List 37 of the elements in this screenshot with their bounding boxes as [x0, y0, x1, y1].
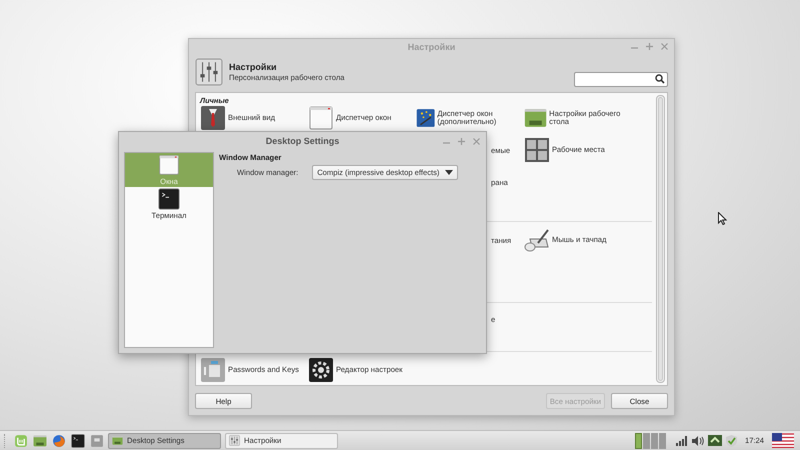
drive-icon: [90, 434, 104, 448]
browser-icon: [52, 434, 66, 448]
terminal-icon: [70, 434, 84, 448]
volume-icon[interactable]: [692, 436, 704, 446]
window-title: Настройки: [408, 42, 456, 52]
workspace-switcher-cell[interactable]: [650, 432, 658, 448]
sliders-icon: [195, 58, 223, 86]
mouse-pen-icon: [524, 227, 550, 253]
close-icon[interactable]: [473, 138, 480, 145]
suit-icon: [200, 105, 226, 131]
workspace-switcher-cell[interactable]: [658, 432, 666, 448]
flag-icon[interactable]: [772, 433, 794, 448]
gear-icon: [308, 357, 334, 383]
monitor-icon[interactable]: [708, 435, 722, 446]
maximize-icon[interactable]: [646, 43, 653, 50]
signal-icon[interactable]: [676, 436, 688, 446]
scrollbar[interactable]: [656, 95, 665, 383]
header-title: Настройки: [229, 62, 278, 72]
leaf-logo-icon: [14, 434, 28, 448]
maximize-icon[interactable]: [458, 138, 465, 145]
grid-icon: [524, 137, 550, 163]
search-icon: [655, 74, 665, 84]
terminal-icon: [158, 188, 180, 210]
close-icon[interactable]: [661, 43, 668, 50]
mouse-pointer-icon: [718, 212, 727, 225]
shield-check-icon[interactable]: [726, 434, 737, 446]
window-icon: [158, 154, 180, 176]
desktop-icon: [32, 434, 46, 448]
workspace-switcher-cell[interactable]: [634, 432, 642, 448]
desktop-icon: [112, 435, 123, 446]
sliders-icon: [229, 435, 240, 446]
workspace-switcher-cell[interactable]: [642, 432, 650, 448]
window-title: Desktop Settings: [266, 136, 340, 146]
launcher[interactable]: [70, 434, 85, 448]
search-field[interactable]: [574, 72, 668, 86]
caret-icon: [445, 170, 454, 175]
safe-icon: [200, 357, 226, 383]
